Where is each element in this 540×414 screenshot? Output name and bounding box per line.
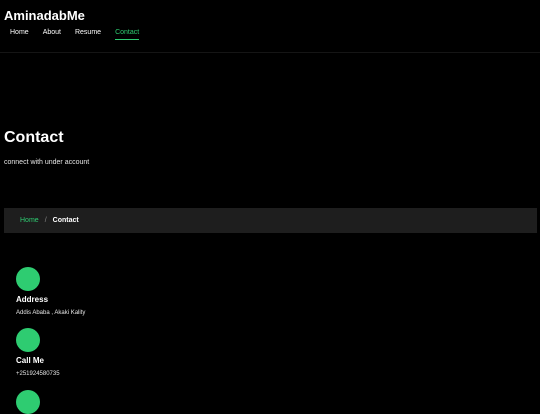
site-header: AminadabMe Home About Resume Contact bbox=[0, 0, 540, 53]
contact-address-label: Address bbox=[16, 295, 49, 304]
envelope-icon bbox=[16, 390, 40, 414]
phone-icon bbox=[16, 328, 40, 352]
main-nav: Home About Resume Contact bbox=[10, 29, 140, 40]
breadcrumb: Home / Contact bbox=[4, 208, 537, 233]
contact-phone-label: Call Me bbox=[16, 356, 45, 365]
contact-address: Address Addis Ababa , Akaki Kality bbox=[16, 267, 85, 316]
contact-phone-value[interactable]: +251924580735 bbox=[16, 371, 60, 377]
page-subtitle: connect with under account bbox=[4, 159, 90, 166]
nav-item-home[interactable]: Home bbox=[10, 29, 29, 40]
nav-item-about[interactable]: About bbox=[43, 29, 61, 40]
contact-email bbox=[16, 390, 40, 414]
contact-phone: Call Me +251924580735 bbox=[16, 328, 60, 377]
breadcrumb-separator: / bbox=[44, 217, 47, 224]
map-marker-icon bbox=[16, 267, 40, 291]
page-title: Contact bbox=[4, 129, 64, 146]
breadcrumb-home-link[interactable]: Home bbox=[20, 217, 39, 224]
nav-item-resume[interactable]: Resume bbox=[75, 29, 101, 40]
contact-address-value: Addis Ababa , Akaki Kality bbox=[16, 310, 86, 316]
breadcrumb-current: Contact bbox=[52, 217, 79, 224]
nav-item-contact[interactable]: Contact bbox=[115, 29, 140, 40]
site-logo[interactable]: AminadabMe bbox=[4, 8, 85, 23]
